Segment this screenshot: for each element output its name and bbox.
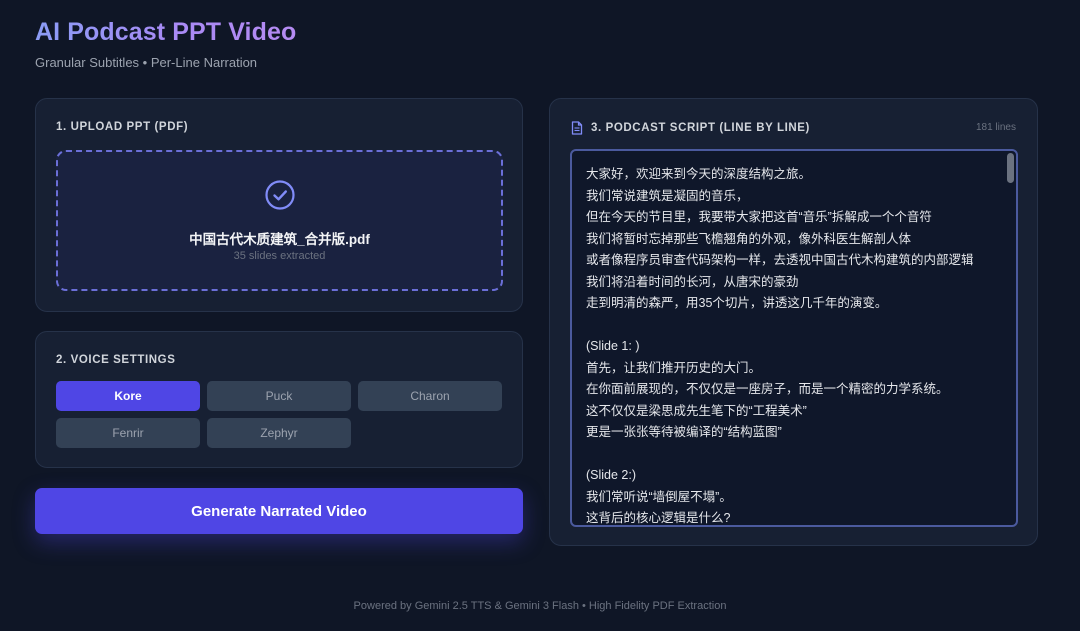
- script-header: 3. PODCAST SCRIPT (LINE BY LINE): [571, 121, 810, 135]
- voice-option-kore[interactable]: Kore: [56, 381, 200, 411]
- header: AI Podcast PPT Video Granular Subtitles …: [35, 18, 296, 70]
- script-line: 我们常听说“墙倒屋不塌”。: [586, 489, 732, 504]
- voice-option-charon[interactable]: Charon: [358, 381, 502, 411]
- script-line: [586, 444, 1002, 466]
- pdf-dropzone[interactable]: 中国古代木质建筑_合并版.pdf 35 slides extracted: [56, 150, 503, 291]
- podcast-script-card: 3. PODCAST SCRIPT (LINE BY LINE) 181 lin…: [549, 98, 1038, 546]
- script-line: [586, 315, 1002, 337]
- script-scrollbar[interactable]: [1007, 153, 1014, 523]
- script-lines: 大家好，欢迎来到今天的深度结构之旅。 我们常说建筑是凝固的音乐， 但在今天的节目里，…: [572, 151, 1016, 525]
- check-circle-icon: [264, 180, 295, 210]
- footer-credits: Powered by Gemini 2.5 TTS & Gemini 3 Fla…: [353, 600, 727, 612]
- script-line: 或者像程序员审查代码架构一样，去透视中国古代木构建筑的内部逻辑: [586, 253, 974, 267]
- script-line: 这背后的核心逻辑是什么?: [586, 511, 731, 525]
- script-line: 我们将沿着时间的长河，从唐宋的豪劲: [586, 274, 799, 289]
- uploaded-file-name: 中国古代木质建筑_合并版.pdf: [189, 232, 370, 247]
- script-line: 大家好，欢迎来到今天的深度结构之旅。: [586, 167, 812, 181]
- slides-extracted-count: 35 slides extracted: [233, 250, 326, 262]
- script-line: (Slide 2:): [586, 468, 637, 482]
- script-line: (Slide 1: ): [586, 339, 640, 353]
- document-icon: [571, 121, 583, 135]
- script-line: 更是一张张等待被编译的“结构蓝图”: [586, 425, 782, 439]
- script-textarea[interactable]: 大家好，欢迎来到今天的深度结构之旅。 我们常说建筑是凝固的音乐， 但在今天的节目里，…: [570, 149, 1018, 527]
- script-line: 走到明清的森严，用35个切片，讲透这几千年的演变。: [586, 296, 888, 310]
- script-line: 但在今天的节目里，我要带大家把这首“音乐”拆解成一个个音符: [586, 210, 932, 224]
- script-line: 首先，让我们推开历史的大门。: [586, 360, 762, 375]
- voice-settings-card: 2. VOICE SETTINGS Kore Puck Charon Fenri…: [35, 331, 523, 468]
- voice-option-zephyr[interactable]: Zephyr: [207, 418, 351, 448]
- script-heading: 3. PODCAST SCRIPT (LINE BY LINE): [591, 122, 810, 134]
- script-line-count: 181 lines: [975, 122, 1016, 133]
- voice-option-puck[interactable]: Puck: [207, 381, 351, 411]
- page-title: AI Podcast PPT Video: [35, 18, 297, 46]
- app-root: AI Podcast PPT Video Granular Subtitles …: [0, 0, 1080, 631]
- script-line: 我们将暂时忘掉那些飞檐翘角的外观，像外科医生解剖人体: [586, 231, 912, 246]
- voice-heading: 2. VOICE SETTINGS: [56, 354, 176, 366]
- script-line: 在你面前展现的，不仅仅是一座房子，而是一个精密的力学系统。: [586, 382, 949, 396]
- script-scrollbar-thumb[interactable]: [1007, 153, 1014, 183]
- upload-card: 1. UPLOAD PPT (PDF) 中国古代木质建筑_合并版.pdf 35 …: [35, 98, 523, 312]
- voice-option-fenrir[interactable]: Fenrir: [56, 418, 200, 448]
- generate-video-button[interactable]: Generate Narrated Video: [35, 488, 523, 534]
- voice-options: Kore Puck Charon Fenrir Zephyr: [56, 381, 503, 448]
- script-line: 这不仅仅是梁思成先生笔下的“工程美术”: [586, 403, 807, 418]
- script-line: 我们常说建筑是凝固的音乐，: [586, 188, 749, 203]
- upload-heading: 1. UPLOAD PPT (PDF): [56, 121, 189, 133]
- page-subtitle: Granular Subtitles • Per-Line Narration: [35, 55, 258, 70]
